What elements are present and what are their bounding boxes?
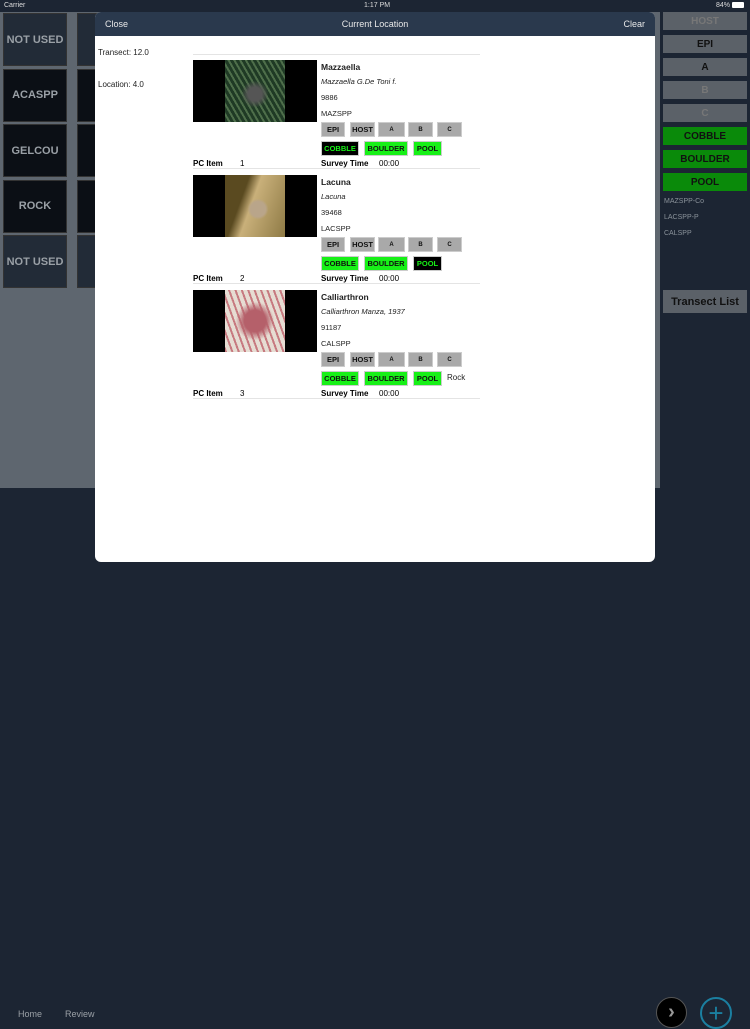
panel-button-c[interactable]: C (663, 104, 747, 122)
survey-time-label: Survey Time (321, 274, 369, 283)
modal-title: Current Location (341, 19, 409, 29)
pc-item-number: 1 (240, 159, 245, 168)
b-button[interactable]: B (408, 352, 433, 367)
survey-time-value: 00:00 (379, 274, 400, 283)
chevron-right-icon[interactable]: › (656, 997, 687, 1028)
grid-tile[interactable]: ACASPP (3, 68, 67, 122)
b-button[interactable]: B (408, 122, 433, 137)
species-code: LACSPP (321, 224, 351, 233)
tab-review[interactable]: Review (65, 1009, 95, 1019)
panel-button-pool[interactable]: POOL (663, 173, 747, 191)
species-code: CALSPP (321, 339, 351, 348)
host-button[interactable]: HOST (350, 237, 375, 252)
species-photo (225, 60, 285, 122)
pc-item-number: 3 (240, 389, 245, 398)
pool-button[interactable]: POOL (413, 371, 442, 386)
survey-time-value: 00:00 (379, 389, 400, 398)
grid-tile[interactable]: NOT USED (3, 235, 67, 288)
epi-button[interactable]: EPI (321, 122, 345, 137)
species-image (193, 290, 317, 352)
transect-list-button[interactable]: Transect List (663, 290, 747, 313)
survey-time-label: Survey Time (321, 389, 369, 398)
species-name: Calliarthron (321, 292, 369, 302)
pool-button[interactable]: POOL (413, 256, 442, 271)
species-photo (225, 175, 285, 237)
pc-item-label: PC Item (193, 389, 223, 398)
clear-button[interactable]: Clear (623, 19, 645, 29)
species-photo (225, 290, 285, 352)
panel-button-epi[interactable]: EPI (663, 35, 747, 53)
plus-circle-icon[interactable]: + (700, 997, 732, 1029)
scientific-name: Lacuna (321, 192, 346, 201)
cobble-button[interactable]: COBBLE (321, 256, 359, 271)
a-button[interactable]: A (378, 237, 405, 252)
panel-entry: MAZSPP-Co (664, 198, 705, 205)
panel-button-boulder[interactable]: BOULDER (663, 150, 747, 168)
pool-button[interactable]: POOL (413, 141, 442, 156)
tab-home[interactable]: Home (18, 1009, 42, 1019)
panel-entry: LACSPP-P (664, 214, 699, 221)
transect-label: Transect: 12.0 (98, 48, 149, 57)
cobble-button[interactable]: COBBLE (321, 141, 359, 156)
pc-item-number: 2 (240, 274, 245, 283)
cobble-button[interactable]: COBBLE (321, 371, 359, 386)
species-image (193, 175, 317, 237)
battery: 84% (716, 2, 744, 9)
pc-item: Mazzaella Mazzaella G.De Toni f. 9886 MA… (193, 54, 480, 169)
species-number: 91187 (321, 323, 342, 332)
panel-entry: CALSPP (664, 230, 692, 237)
pc-item: Calliarthron Calliarthron Manza, 1937 91… (193, 284, 480, 399)
status-bar: Carrier 1:17 PM 84% (0, 0, 750, 12)
battery-icon (732, 2, 744, 9)
modal-header: Close Current Location Clear (95, 12, 655, 36)
survey-time-value: 00:00 (379, 159, 400, 168)
substrate-note: Rock (447, 373, 466, 382)
host-button[interactable]: HOST (350, 122, 375, 137)
grid-tile[interactable]: NOT USED (3, 13, 67, 66)
pc-item: Lacuna Lacuna 39468 LACSPP EPI HOST A B C COBB… (193, 169, 480, 284)
grid-tile[interactable]: GELCOU (3, 124, 67, 177)
epi-button[interactable]: EPI (321, 237, 345, 252)
current-location-modal: Close Current Location Clear Transect: 1… (95, 12, 655, 562)
species-name: Mazzaella (321, 62, 361, 72)
clock: 1:17 PM (364, 2, 391, 9)
panel-button-b[interactable]: B (663, 81, 747, 99)
pc-item-label: PC Item (193, 159, 223, 168)
species-code: MAZSPP (321, 109, 352, 118)
grid-tile[interactable]: ROCK (3, 179, 67, 233)
epi-button[interactable]: EPI (321, 352, 345, 367)
scientific-name: Mazzaella G.De Toni f. (321, 77, 397, 86)
panel-button-a[interactable]: A (663, 58, 747, 76)
host-button[interactable]: HOST (350, 352, 375, 367)
boulder-button[interactable]: BOULDER (364, 256, 408, 271)
survey-time-label: Survey Time (321, 159, 369, 168)
a-button[interactable]: A (378, 352, 405, 367)
carrier: Carrier (4, 2, 26, 9)
species-number: 9886 (321, 93, 338, 102)
a-button[interactable]: A (378, 122, 405, 137)
pc-item-label: PC Item (193, 274, 223, 283)
species-image (193, 60, 317, 122)
location-label: Location: 4.0 (98, 80, 144, 89)
c-button[interactable]: C (437, 122, 462, 137)
boulder-button[interactable]: BOULDER (364, 141, 408, 156)
b-button[interactable]: B (408, 237, 433, 252)
panel-button-cobble[interactable]: COBBLE (663, 127, 747, 145)
boulder-button[interactable]: BOULDER (364, 371, 408, 386)
right-panel: Transect List HOST EPI A B C COBBLE BOULDER POO… (660, 12, 750, 488)
panel-button-host[interactable]: HOST (663, 12, 747, 30)
species-name: Lacuna (321, 177, 351, 187)
scientific-name: Calliarthron Manza, 1937 (321, 307, 405, 316)
c-button[interactable]: C (437, 352, 462, 367)
species-number: 39468 (321, 208, 342, 217)
c-button[interactable]: C (437, 237, 462, 252)
